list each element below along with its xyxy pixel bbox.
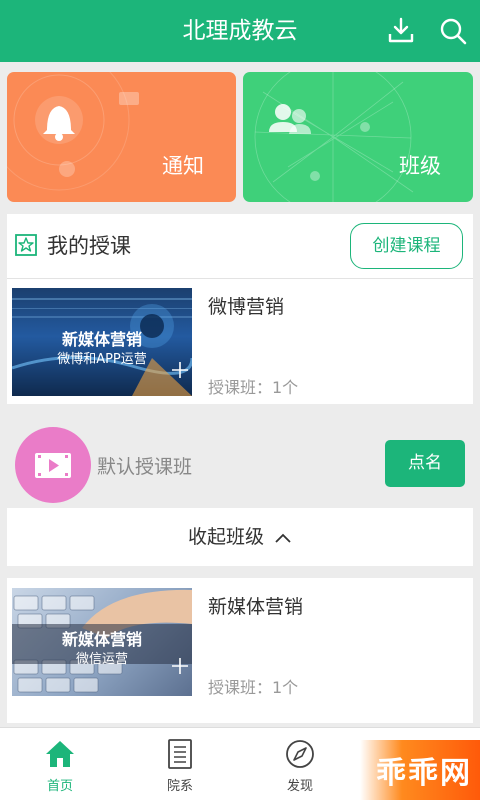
video-icon [35,453,71,478]
divider [7,278,473,279]
collapse-label: 收起班级 [187,526,264,548]
watermark-text: 乖乖网 [376,756,472,791]
list-icon [168,739,192,769]
tab-home[interactable]: 首页 [0,728,120,801]
course-thumbnail-subtitle: 微博和APP运营 [57,352,147,367]
class-tile[interactable]: 班级 [243,72,473,202]
course-thumbnail-subtitle: 微信运营 [75,652,128,667]
tab-discover[interactable]: 发现 [240,728,360,801]
notice-label: 通知 [162,154,204,178]
bell-icon [7,72,139,191]
home-icon [46,741,74,767]
course-thumbnail[interactable]: 新媒体营销 微信运营 [12,588,192,696]
notice-tile[interactable]: 通知 [7,72,236,202]
chevron-up-icon [275,533,291,543]
collapse-classes-button[interactable]: 收起班级 [7,508,473,566]
tab-label: 首页 [46,779,73,794]
class-row[interactable]: 默认授课班 点名 [7,415,473,505]
course-thumbnail-title: 新媒体营销 [61,330,142,349]
create-course-button[interactable]: 创建课程 [350,223,463,269]
course-name[interactable]: 新媒体营销 [208,592,303,619]
course-class-count: 授课班：1个 [208,678,299,697]
my-courses-card: 我的授课 创建课程 新媒体营销 微博和APP运营 微博营销 授课班：1个 [7,214,473,404]
class-label: 班级 [399,154,441,178]
app-header: 北理成教云 [0,0,480,62]
rollcall-button[interactable]: 点名 [385,440,465,487]
class-name: 默认授课班 [97,456,193,478]
course-thumbnail-title: 新媒体营销 [61,630,142,649]
my-courses-heading: 我的授课 [47,234,131,258]
group-icon [254,72,414,202]
compass-icon [286,740,314,768]
tab-departments[interactable]: 院系 [120,728,240,801]
course-item: 新媒体营销 微信运营 新媒体营销 授课班：1个 [7,578,473,723]
course-thumbnail[interactable]: 新媒体营销 微博和APP运营 [12,288,192,396]
course-class-count: 授课班：1个 [208,378,299,397]
tab-label: 院系 [166,779,193,794]
download-icon[interactable] [386,16,416,46]
class-avatar [15,427,91,503]
course-name[interactable]: 微博营销 [208,292,284,319]
watermark-logo: 乖乖网 [360,740,480,800]
search-icon[interactable] [438,16,468,46]
star-icon [15,234,37,256]
tab-label: 发现 [286,779,313,794]
